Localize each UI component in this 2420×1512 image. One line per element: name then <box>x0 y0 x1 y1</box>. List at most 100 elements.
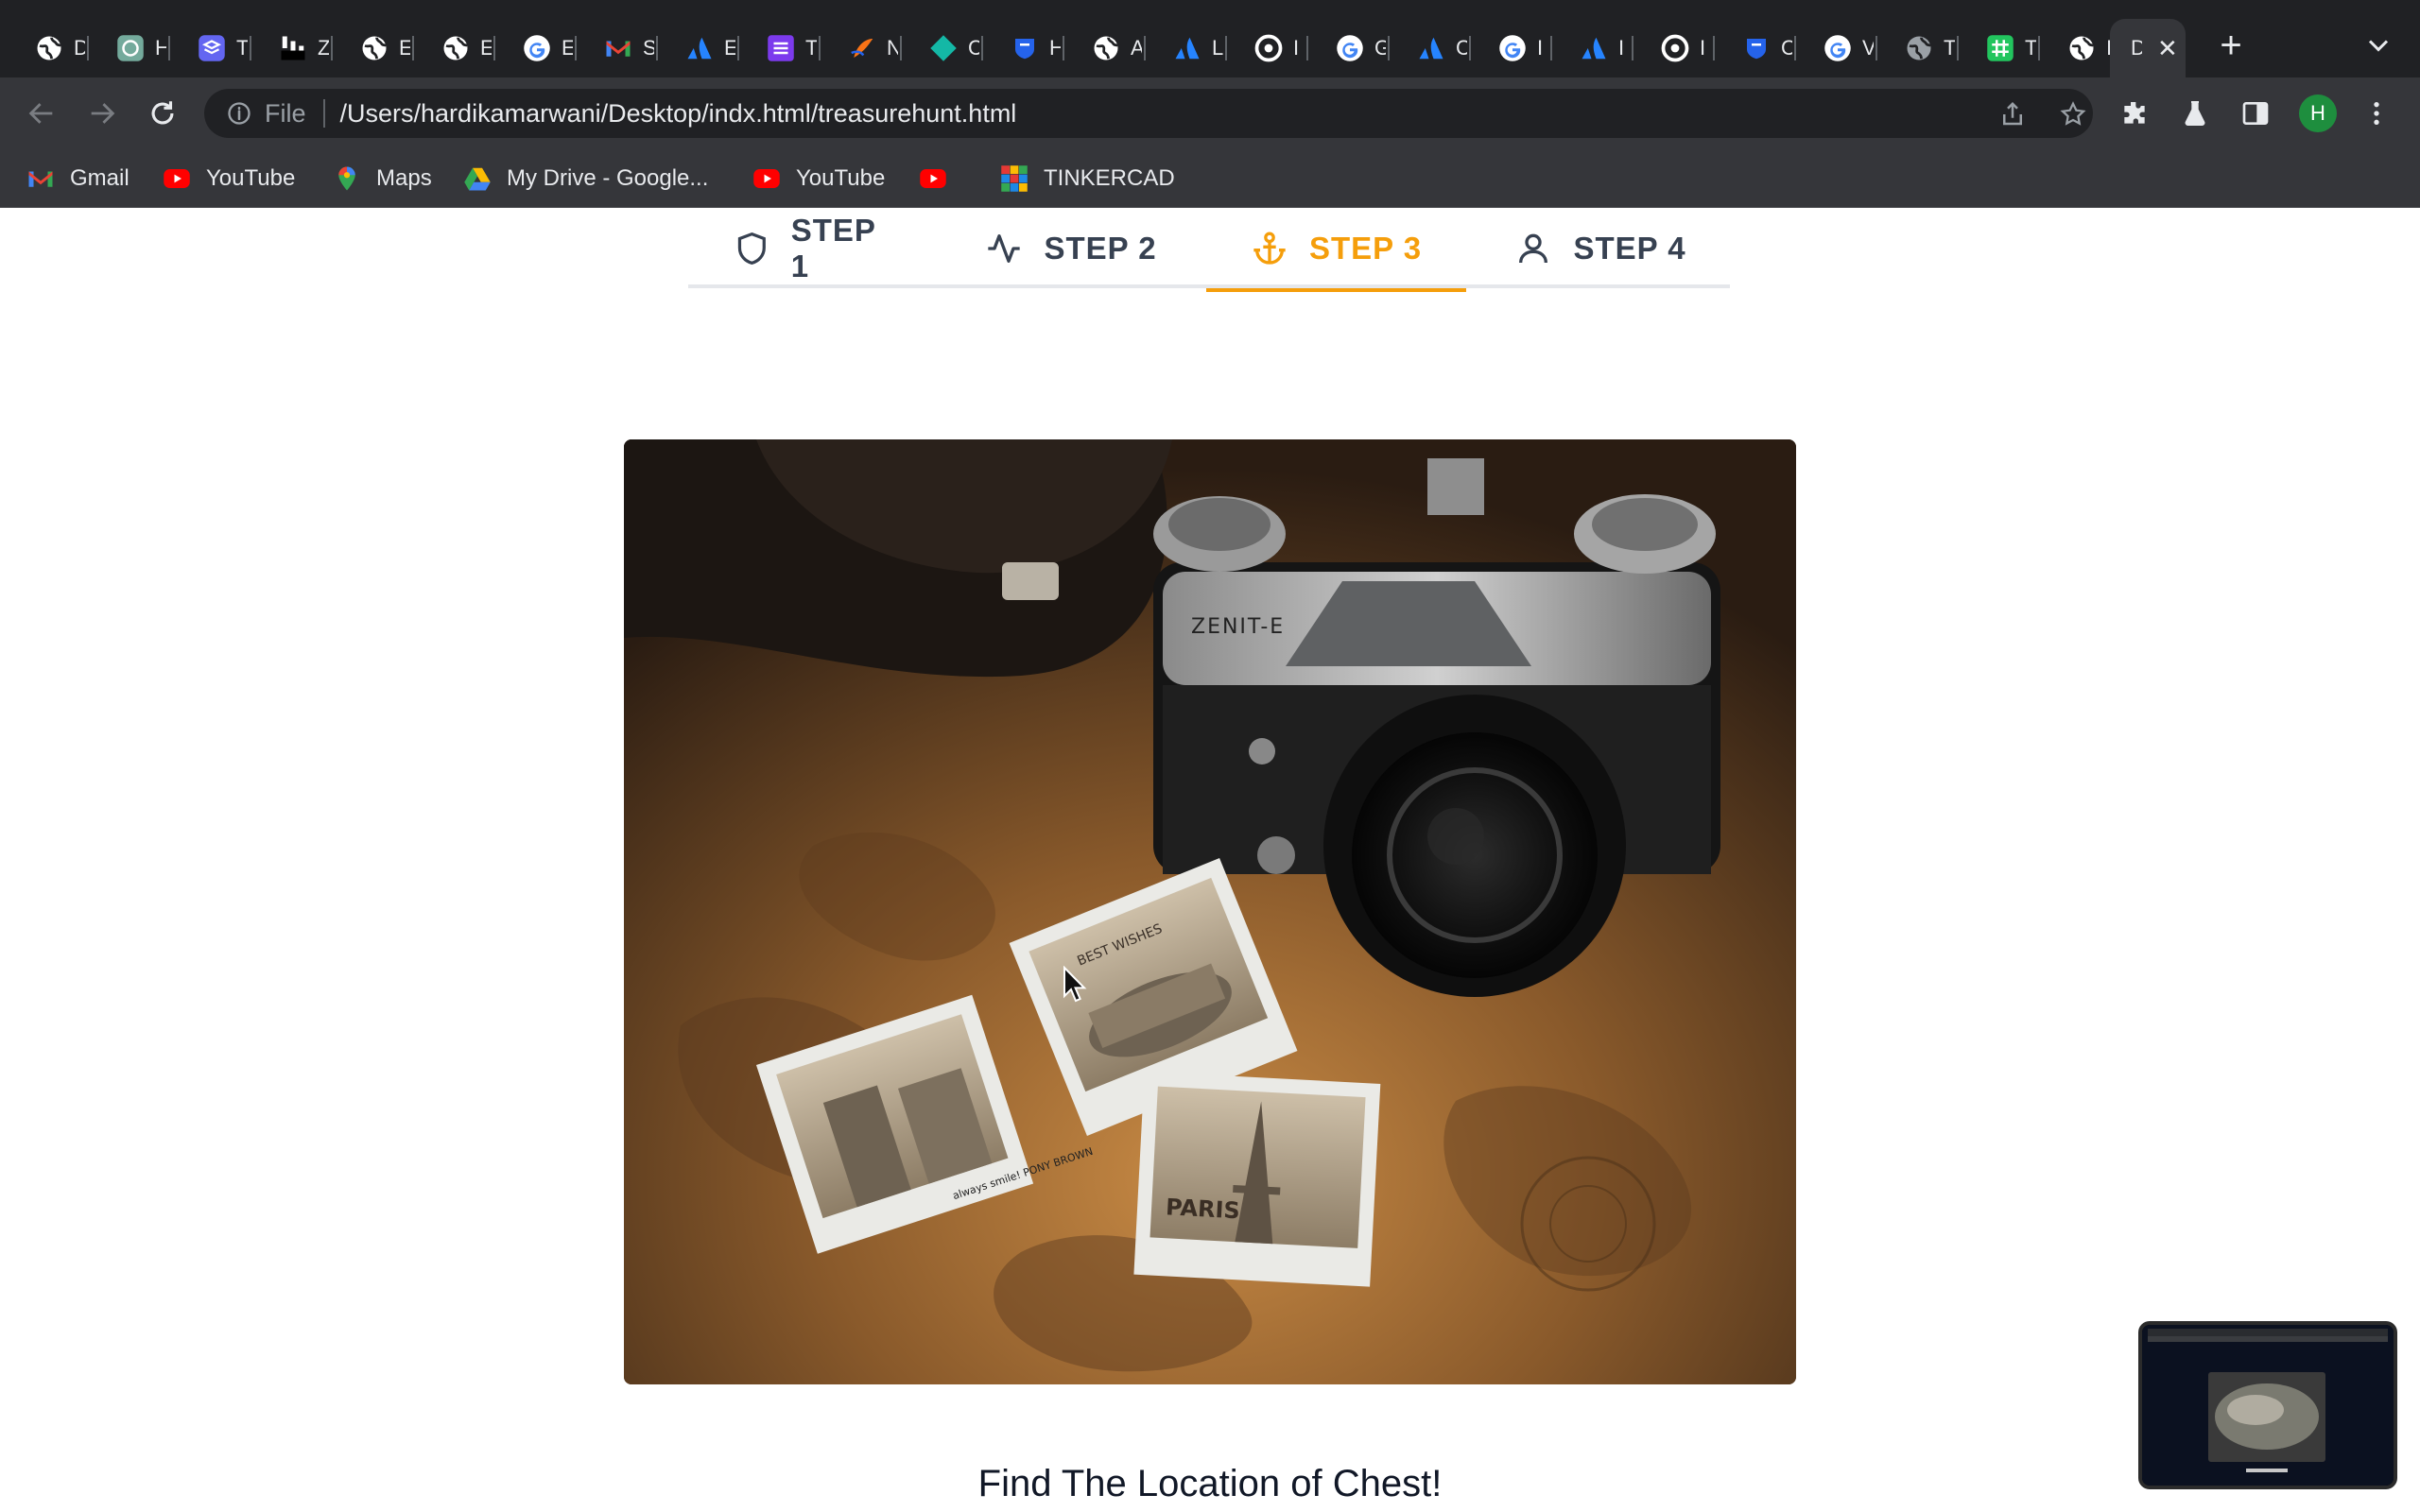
star-icon[interactable] <box>2057 98 2089 130</box>
browser-tab[interactable]: Z <box>251 19 333 77</box>
info-icon[interactable] <box>225 99 253 128</box>
address-bar[interactable]: File /Users/hardikamarwani/Desktop/indx.… <box>204 89 2093 138</box>
globe-icon <box>2066 33 2097 63</box>
browser-tab[interactable]: N <box>821 19 902 77</box>
bookmark-item[interactable]: Gmail <box>26 159 130 198</box>
hero-image: ZENIT-E always smile! PONY BROWN BEST WI… <box>624 439 1796 1384</box>
browser-tab[interactable]: V <box>1796 19 1877 77</box>
bookmarks-bar: Gmail YouTube Maps My Drive - Google... YouT… <box>0 149 2420 208</box>
browser-tab[interactable]: C <box>1390 19 1471 77</box>
chrome-icon <box>1660 33 1690 63</box>
browser-tab[interactable]: C <box>902 19 983 77</box>
browser-tab[interactable]: E <box>414 19 495 77</box>
browser-tab-label: T <box>1944 36 1955 60</box>
browser-tab-label: T <box>2025 36 2036 60</box>
browser-tab[interactable]: I <box>1227 19 1308 77</box>
browser-tab[interactable]: H <box>983 19 1064 77</box>
bookmark-item[interactable]: YouTube <box>163 159 295 198</box>
globe-icon <box>359 33 389 63</box>
url-scheme: File <box>265 98 306 128</box>
browser-tab[interactable]: S <box>577 19 658 77</box>
chevron-down-icon[interactable] <box>2361 28 2395 62</box>
shield-icon <box>1010 33 1040 63</box>
browser-tab[interactable]: T <box>739 19 821 77</box>
user-icon <box>1519 233 1548 263</box>
browser-tab[interactable]: C <box>1715 19 1796 77</box>
browser-tab-label: E <box>562 36 573 60</box>
forward-arrow-icon[interactable] <box>83 94 121 132</box>
tab-step-4[interactable]: STEP 4 <box>1511 208 1690 288</box>
new-tab-button[interactable]: + <box>2212 26 2250 64</box>
profile-avatar[interactable]: H <box>2299 94 2337 132</box>
browser-tab-label: I <box>1537 36 1544 60</box>
browser-tab[interactable]: I <box>1471 19 1552 77</box>
bookmark-item[interactable]: My Drive - Google... <box>463 159 708 198</box>
tab-step-2[interactable]: STEP 2 <box>981 208 1161 288</box>
stack-icon <box>197 33 227 63</box>
bookmark-item[interactable]: Maps <box>333 159 432 198</box>
drive-icon <box>463 164 492 193</box>
browser-tab-label: V <box>1862 36 1874 60</box>
back-arrow-icon[interactable] <box>23 94 60 132</box>
browser-toolbar: File /Users/hardikamarwani/Desktop/indx.… <box>0 77 2420 149</box>
browser-tab[interactable]: E <box>333 19 414 77</box>
browser-tab-label: S <box>643 36 654 60</box>
bookmark-label: YouTube <box>206 165 296 191</box>
tab-active-label: D <box>2131 36 2142 60</box>
anchor-icon <box>1253 232 1286 265</box>
close-icon[interactable]: ✕ <box>2157 34 2178 63</box>
google-icon <box>1335 33 1365 63</box>
globe-icon <box>1091 33 1121 63</box>
bookmark-label: YouTube <box>796 165 886 191</box>
bookmark-item[interactable] <box>919 159 962 198</box>
kebab-menu-icon[interactable] <box>2360 96 2394 130</box>
tinkercad-icon <box>1000 164 1028 193</box>
tab-step-2-label: STEP 2 <box>1044 230 1157 266</box>
page-heading: Find The Location of Chest! <box>977 1463 1443 1504</box>
youtube-icon <box>919 164 947 193</box>
maps-pin-icon <box>333 164 361 193</box>
bookmark-item[interactable]: YouTube <box>752 159 885 198</box>
tab-step-1[interactable]: STEP 1 <box>734 208 900 288</box>
tab-step-3[interactable]: STEP 3 <box>1206 208 1466 292</box>
browser-tab[interactable]: L <box>1146 19 1227 77</box>
browser-tab[interactable]: A <box>1064 19 1146 77</box>
browser-tab-label: T <box>236 36 248 60</box>
browser-tab[interactable]: E <box>658 19 739 77</box>
reload-icon[interactable] <box>144 94 182 132</box>
browser-tab[interactable]: T <box>1959 19 2040 77</box>
tab-active[interactable]: D ✕ <box>2110 19 2186 77</box>
flask-icon[interactable] <box>2178 96 2212 130</box>
activity-icon <box>988 233 1021 263</box>
browser-tab[interactable]: T <box>1877 19 1959 77</box>
url-divider <box>322 99 325 128</box>
globe-icon <box>34 33 64 63</box>
browser-tab-label: I <box>1700 36 1706 60</box>
browser-tab[interactable]: I <box>1552 19 1634 77</box>
bookmark-label: TINKERCAD <box>1044 165 1175 191</box>
gmail-icon <box>26 164 55 193</box>
browser-tab[interactable]: T <box>170 19 251 77</box>
chrome-icon <box>1253 33 1284 63</box>
browser-tab-label: E <box>399 36 410 60</box>
side-panel-icon[interactable] <box>2238 96 2273 130</box>
browser-tab[interactable]: H <box>89 19 170 77</box>
url-text[interactable]: /Users/hardikamarwani/Desktop/indx.html/… <box>340 99 1017 129</box>
bookmark-item[interactable]: TINKERCAD <box>1000 159 1175 198</box>
atlassian-icon <box>1416 33 1446 63</box>
tab-step-3-label: STEP 3 <box>1308 230 1423 266</box>
browser-tab-label: L <box>1212 36 1223 60</box>
browser-tab-label: H <box>155 36 166 60</box>
google-icon <box>1823 33 1853 63</box>
bookmark-label: My Drive - Google... <box>507 165 709 191</box>
youtube-icon <box>163 164 191 193</box>
share-icon[interactable] <box>1996 98 2029 130</box>
chatgpt-icon <box>115 33 146 63</box>
screen-recording-thumbnail[interactable] <box>2138 1321 2397 1489</box>
camera-brand-label: ZENIT-E <box>1191 615 1285 639</box>
browser-tab[interactable]: G <box>1308 19 1390 77</box>
extensions-icon[interactable] <box>2118 96 2152 130</box>
browser-tab[interactable]: D <box>8 19 89 77</box>
browser-tab[interactable]: E <box>495 19 577 77</box>
browser-tab[interactable]: I <box>1634 19 1715 77</box>
